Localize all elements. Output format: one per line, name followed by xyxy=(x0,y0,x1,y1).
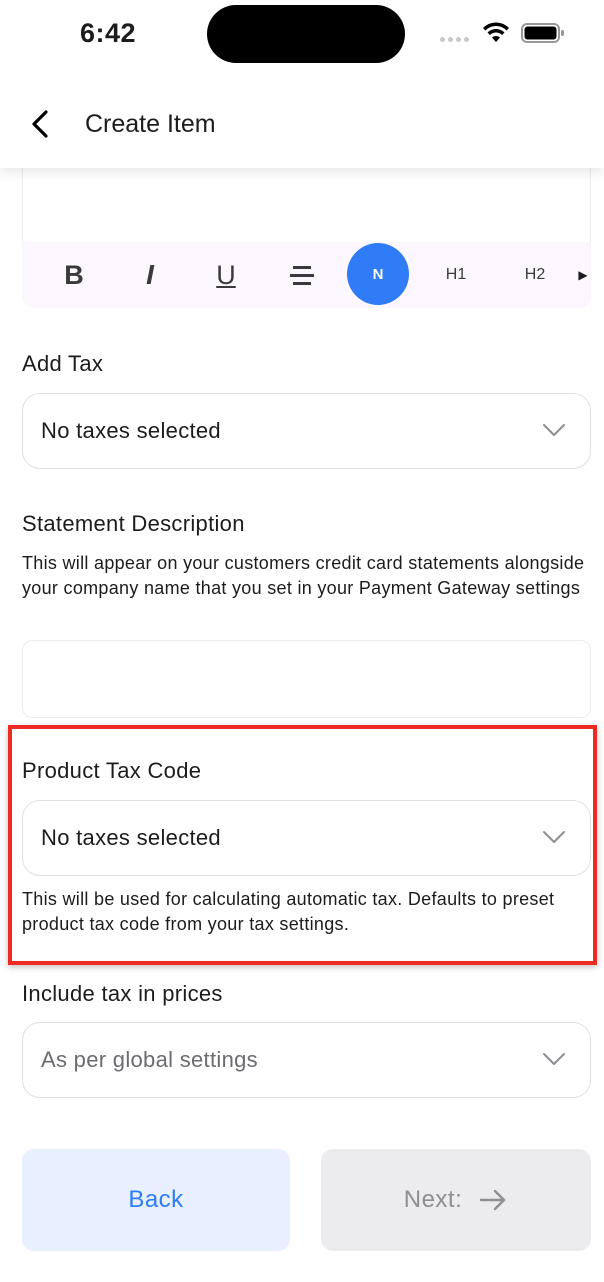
statement-description-input[interactable] xyxy=(22,640,591,718)
product-tax-code-value: No taxes selected xyxy=(41,825,221,850)
strikethrough-icon xyxy=(290,266,314,285)
dynamic-island xyxy=(207,5,405,63)
status-bar: 6:42 xyxy=(0,0,604,70)
include-tax-label: Include tax in prices xyxy=(22,981,223,1006)
underline-button[interactable]: U xyxy=(204,242,248,308)
back-button[interactable]: Back xyxy=(22,1149,290,1251)
chevron-down-icon xyxy=(543,1053,565,1065)
product-tax-code-select[interactable]: No taxes selected xyxy=(22,800,591,876)
status-time: 6:42 xyxy=(80,18,137,48)
chevron-down-icon xyxy=(543,424,565,436)
arrow-right-icon xyxy=(480,1189,506,1211)
heading1-button[interactable]: H1 xyxy=(434,242,478,308)
include-tax-select[interactable]: As per global settings xyxy=(22,1022,591,1098)
add-tax-select[interactable]: No taxes selected xyxy=(22,393,591,469)
editor-toolbar: B I U N H1 H2 ▶ xyxy=(22,242,591,308)
product-tax-code-label: Product Tax Code xyxy=(22,758,202,783)
include-tax-value: As per global settings xyxy=(41,1047,258,1072)
wifi-icon xyxy=(483,22,509,42)
normal-text-button[interactable]: N xyxy=(347,243,409,305)
cellular-signal-icon xyxy=(440,37,469,42)
chevron-down-icon xyxy=(543,831,565,843)
add-tax-value: No taxes selected xyxy=(41,418,221,443)
back-chevron-icon[interactable] xyxy=(22,106,58,142)
battery-icon xyxy=(521,23,564,43)
statement-description-label: Statement Description xyxy=(22,511,245,536)
next-button-label: Next: xyxy=(403,1186,463,1213)
product-tax-code-help: This will be used for calculating automa… xyxy=(22,889,555,934)
page-title: Create Item xyxy=(85,110,216,138)
toolbar-scroll-right-icon[interactable]: ▶ xyxy=(575,242,591,308)
italic-button[interactable]: I xyxy=(128,242,172,308)
statement-description-help: This will appear on your customers credi… xyxy=(22,553,585,598)
add-tax-label: Add Tax xyxy=(22,351,104,376)
back-button-label: Back xyxy=(128,1186,184,1213)
heading2-button[interactable]: H2 xyxy=(513,242,557,308)
next-button[interactable]: Next: xyxy=(321,1149,591,1251)
app-header: Create Item xyxy=(0,70,604,168)
strikethrough-button[interactable] xyxy=(280,242,324,308)
bold-button[interactable]: B xyxy=(52,242,96,308)
